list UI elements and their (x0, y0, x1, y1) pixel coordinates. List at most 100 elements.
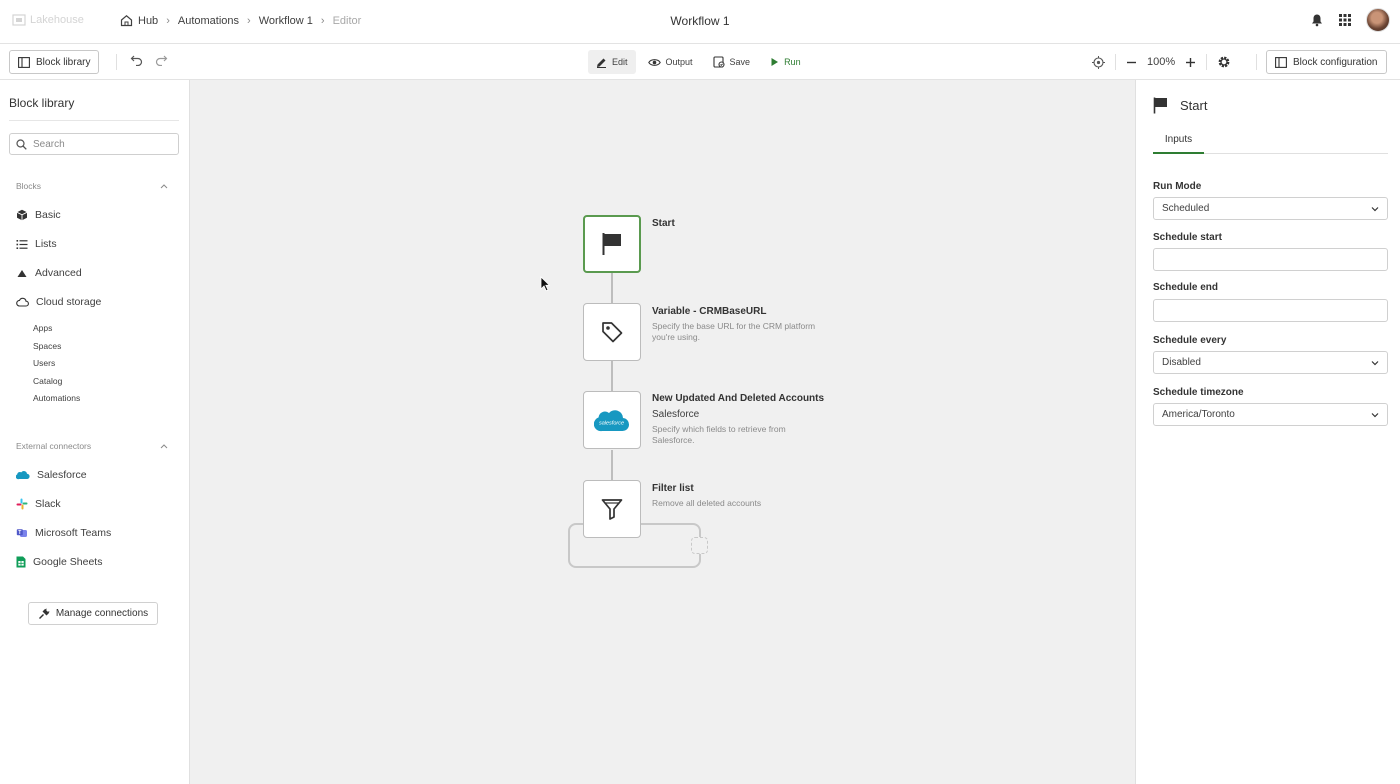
schedule-end-input[interactable] (1153, 299, 1388, 322)
svg-text:T: T (18, 530, 21, 536)
node-variable[interactable] (583, 303, 641, 361)
app-logo[interactable]: Lakehouse (12, 14, 84, 26)
redo-icon[interactable] (155, 54, 168, 66)
logo-icon (12, 14, 26, 26)
play-icon (771, 58, 779, 66)
home-icon (120, 15, 133, 27)
cube-icon (16, 209, 28, 221)
panel-right-icon (1275, 56, 1287, 68)
gear-icon[interactable] (1217, 55, 1231, 69)
sidebar-item-cloud-storage[interactable]: Cloud storage (16, 296, 101, 308)
google-sheets-icon (16, 556, 26, 568)
sub-item-automations[interactable]: Automations (33, 393, 80, 403)
sidebar-item-advanced[interactable]: Advanced (16, 267, 82, 279)
blocks-section-header[interactable]: Blocks (16, 181, 168, 191)
breadcrumb-hub[interactable]: Hub (120, 14, 158, 27)
recenter-icon[interactable] (1092, 55, 1105, 69)
block-library-panel: Block library Blocks Basic Lists Advance… (0, 80, 190, 784)
block-configuration-button[interactable]: Block configuration (1266, 50, 1387, 74)
tab-inputs[interactable]: Inputs (1153, 130, 1204, 154)
sub-item-apps[interactable]: Apps (33, 323, 52, 333)
node-variable-text: Variable - CRMBaseURL Specify the base U… (652, 306, 827, 343)
connector-slack[interactable]: Slack (16, 498, 61, 510)
node-title: Variable - CRMBaseURL (652, 306, 767, 317)
sidebar-item-lists[interactable]: Lists (16, 238, 57, 250)
bell-icon[interactable] (1310, 13, 1324, 27)
connector-salesforce[interactable]: Salesforce (16, 469, 87, 481)
node-description: Specify which fields to retrieve from Sa… (652, 424, 786, 445)
slack-icon (16, 498, 28, 510)
sidebar-item-basic[interactable]: Basic (16, 209, 61, 221)
salesforce-icon: salesforce (594, 410, 629, 432)
cloud-icon (16, 297, 29, 307)
search-input[interactable] (33, 138, 163, 150)
breadcrumb-editor: Editor (332, 14, 362, 27)
run-button[interactable]: Run (762, 50, 809, 74)
schedule-start-input[interactable] (1153, 248, 1388, 271)
list-icon (16, 239, 28, 249)
zoom-level: 100% (1147, 56, 1176, 68)
chevron-up-icon (160, 184, 168, 189)
filter-icon (601, 499, 623, 520)
flag-icon (602, 233, 621, 255)
output-mode-button[interactable]: Output (640, 50, 701, 74)
run-mode-select[interactable]: Scheduled (1153, 197, 1388, 220)
toolbar-divider (116, 54, 117, 70)
salesforce-cloud-icon (16, 471, 30, 480)
connector-google-sheets[interactable]: Google Sheets (16, 556, 102, 568)
mode-switcher: Edit Output Save Run (588, 50, 809, 74)
node-description: Specify the base URL for the CRM platfor… (652, 321, 816, 342)
node-subtitle: Salesforce (652, 409, 700, 420)
app-grid-icon[interactable] (1338, 13, 1352, 27)
breadcrumb-workflow[interactable]: Workflow 1 (259, 15, 313, 27)
schedule-every-select[interactable]: Disabled (1153, 351, 1388, 374)
flag-icon (1153, 97, 1167, 114)
zoom-out-icon[interactable] (1126, 57, 1137, 68)
manage-connections-button[interactable]: Manage connections (28, 602, 158, 625)
avatar[interactable] (1366, 8, 1390, 32)
undo-icon[interactable] (130, 54, 143, 66)
node-start-text: Start (652, 218, 827, 229)
chevron-right-icon: › (166, 14, 170, 27)
node-title: Start (652, 218, 675, 229)
top-bar: Lakehouse Hub › Automations › Workflow 1… (0, 0, 1400, 44)
sub-item-spaces[interactable]: Spaces (33, 341, 61, 351)
search-icon (16, 138, 27, 150)
node-filter-list[interactable] (583, 480, 641, 538)
sub-item-catalog[interactable]: Catalog (33, 376, 62, 386)
chevron-down-icon (1371, 206, 1379, 211)
connector-microsoft-teams[interactable]: T Microsoft Teams (16, 527, 111, 539)
search-box (9, 133, 179, 155)
edit-mode-button[interactable]: Edit (588, 50, 636, 74)
save-button[interactable]: Save (705, 50, 759, 74)
zoom-controls: 100% (1092, 50, 1231, 74)
loop-end-placeholder[interactable] (691, 537, 708, 554)
node-salesforce-text: New Updated And Deleted Accounts Salesfo… (652, 393, 827, 446)
chevron-up-icon (160, 444, 168, 449)
node-start[interactable] (583, 215, 641, 273)
field-label: Schedule start (1153, 232, 1222, 243)
eye-icon (647, 58, 661, 66)
schedule-timezone-select[interactable]: America/Toronto (1153, 403, 1388, 426)
breadcrumb-automations[interactable]: Automations (178, 15, 239, 27)
mouse-cursor-icon (540, 276, 550, 292)
salesforce-icon-text: salesforce (599, 421, 624, 427)
pencil-icon (597, 58, 606, 68)
breadcrumb: Hub › Automations › Workflow 1 › Editor (120, 14, 361, 27)
node-title: Filter list (652, 483, 694, 494)
external-connectors-section-header[interactable]: External connectors (16, 441, 168, 451)
toolbar-divider (1206, 54, 1208, 70)
node-title: New Updated And Deleted Accounts (652, 393, 825, 404)
chevron-down-icon (1371, 360, 1379, 365)
toolbar-divider (1115, 54, 1116, 70)
zoom-in-icon[interactable] (1185, 57, 1196, 68)
block-configuration-panel: Start Inputs Run Mode Scheduled Schedule… (1135, 80, 1400, 784)
editor-toolbar: Block library Edit Output Save Run 100% (0, 44, 1400, 80)
chevron-right-icon: › (320, 14, 325, 27)
node-salesforce[interactable]: salesforce (583, 391, 641, 449)
teams-icon: T (16, 529, 27, 537)
connector-line (611, 450, 613, 481)
config-tabs: Inputs (1153, 130, 1388, 154)
block-library-button[interactable]: Block library (9, 50, 100, 74)
sub-item-users[interactable]: Users (33, 358, 55, 368)
